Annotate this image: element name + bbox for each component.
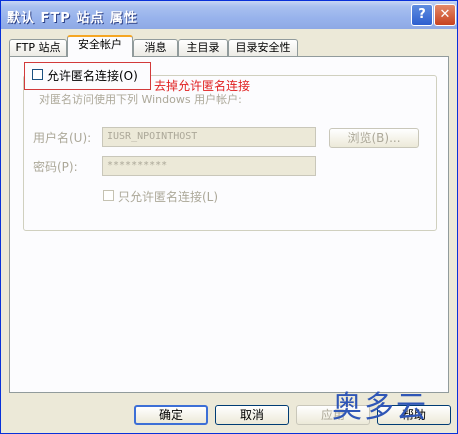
only-anonymous-label[interactable]: 只允许匿名连接(L) bbox=[118, 188, 218, 205]
username-label: 用户名(U): bbox=[33, 131, 92, 145]
allow-anonymous-label[interactable]: 允许匿名连接(O) bbox=[47, 67, 138, 84]
username-field[interactable]: IUSR_NPOINTHOST bbox=[102, 127, 316, 147]
tab-ftp-site[interactable]: FTP 站点 bbox=[9, 39, 67, 56]
ok-button[interactable]: 确定 bbox=[134, 405, 208, 425]
cancel-button[interactable]: 取消 bbox=[215, 405, 289, 425]
properties-dialog: 默认 FTP 站点 属性 ? ✕ FTP 站点 安全帐户 消息 主目录 目录安全… bbox=[0, 0, 458, 434]
allow-anonymous-checkbox[interactable] bbox=[32, 69, 43, 80]
window-title: 默认 FTP 站点 属性 bbox=[7, 11, 138, 26]
tab-messages[interactable]: 消息 bbox=[133, 39, 178, 56]
watermark-logo: 奥多云 bbox=[332, 390, 428, 425]
tab-security-accounts[interactable]: 安全帐户 bbox=[67, 35, 133, 57]
tab-directory-security[interactable]: 目录安全性 bbox=[228, 39, 298, 56]
help-icon[interactable]: ? bbox=[411, 4, 433, 26]
close-icon[interactable]: ✕ bbox=[434, 4, 456, 26]
tab-home-directory[interactable]: 主目录 bbox=[178, 39, 228, 56]
browse-button[interactable]: 浏览(B)... bbox=[329, 128, 419, 148]
group-caption: 对匿名访问使用下列 Windows 用户帐户: bbox=[39, 93, 242, 106]
password-label: 密码(P): bbox=[33, 160, 78, 174]
only-anonymous-checkbox[interactable] bbox=[103, 190, 114, 201]
password-field[interactable]: ********** bbox=[102, 156, 316, 176]
title-bar[interactable]: 默认 FTP 站点 属性 ? ✕ bbox=[1, 1, 457, 29]
